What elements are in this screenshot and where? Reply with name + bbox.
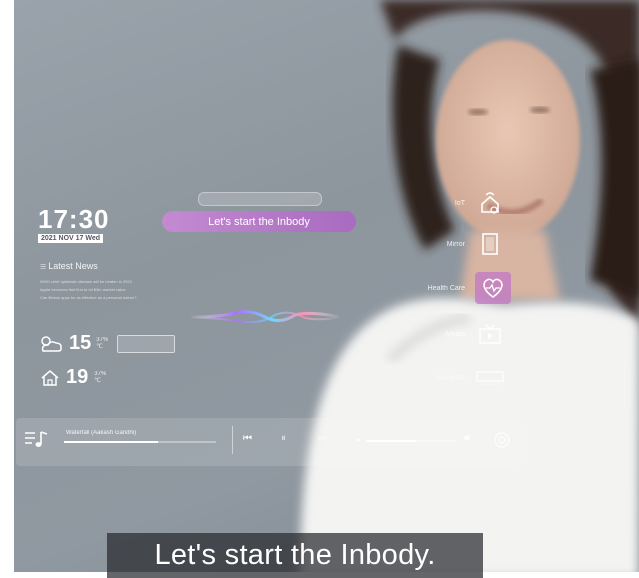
clock-time: 17:30 [38, 204, 110, 234]
menu-item-media[interactable]: Media [405, 319, 505, 349]
home-outline-icon [41, 369, 59, 386]
voice-response-pill[interactable]: Let's start the Inbody [162, 211, 356, 232]
outdoor-unit: ℃ [96, 343, 103, 350]
previous-track-icon[interactable]: ⏮ [243, 433, 252, 444]
subtitle-caption: Let's start the Inbody. [154, 539, 436, 571]
indoor-humidity: 37% [94, 370, 107, 377]
standby-icon [475, 363, 505, 393]
smart-mirror-scene: 17:30 2021 NOV 17 Wed ☰ Latest News WHO … [0, 0, 639, 578]
voice-query-pill [198, 192, 322, 206]
weather-detail-box [117, 334, 176, 353]
home-icon [475, 188, 505, 218]
menu-item-label: Health Care [427, 284, 465, 292]
news-title: Latest News [48, 261, 98, 271]
menu-item-health-care[interactable]: Health Care [405, 272, 511, 304]
outdoor-humidity: 37% [96, 336, 109, 343]
music-note-icon [24, 429, 50, 454]
tv-icon [475, 319, 505, 349]
volume-slider-fill [366, 440, 416, 442]
menu-item-label: Mirror [446, 240, 465, 248]
outdoor-temperature: 15 [69, 332, 92, 354]
news-list-icon: ☰ [40, 264, 49, 271]
menu-item-label: Stand By [436, 374, 465, 382]
song-progress-fill [64, 441, 159, 443]
indoor-temperature: 19 [66, 366, 89, 388]
menu-item-label: IoT [454, 199, 465, 207]
indoor-unit: ℃ [94, 377, 101, 384]
heart-icon [475, 272, 511, 304]
volume-high-icon: 🔊︎ [464, 433, 471, 444]
menu-item-stand-by[interactable]: Stand By [405, 363, 505, 393]
menu-item-label: Media [445, 330, 465, 338]
news-item[interactable]: Apple becomes first firm to hit $3tn mar… [40, 287, 126, 292]
cloud-sun-icon [41, 335, 62, 352]
menu-item-iot[interactable]: IoT [405, 188, 505, 218]
settings-icon[interactable] [493, 431, 511, 454]
player-divider [232, 426, 233, 454]
outdoor-weather: 15 37% ℃ [38, 332, 176, 355]
song-title: Waterfall (Aakash Gandhi) [66, 430, 137, 436]
indoor-climate: 19 37% ℃ [40, 366, 106, 389]
frame-border-left [0, 0, 14, 578]
news-header: ☰ Latest News [40, 261, 98, 271]
mirror-icon [475, 229, 505, 259]
play-pause-icon[interactable]: ⏸ [281, 433, 286, 444]
next-track-icon[interactable]: ⏭ [318, 433, 327, 444]
news-item[interactable]: WHO chief optimistic disease will be bea… [40, 279, 132, 284]
song-progress-track[interactable] [64, 441, 216, 443]
voice-waveform [190, 310, 340, 324]
clock-date: 2021 NOV 17 Wed [38, 234, 104, 243]
news-item[interactable]: Can fitness apps be as effective as a pe… [40, 295, 136, 300]
menu-item-mirror[interactable]: Mirror [405, 229, 505, 259]
volume-low-icon: ◂ [356, 437, 360, 444]
volume-slider[interactable] [366, 440, 456, 442]
